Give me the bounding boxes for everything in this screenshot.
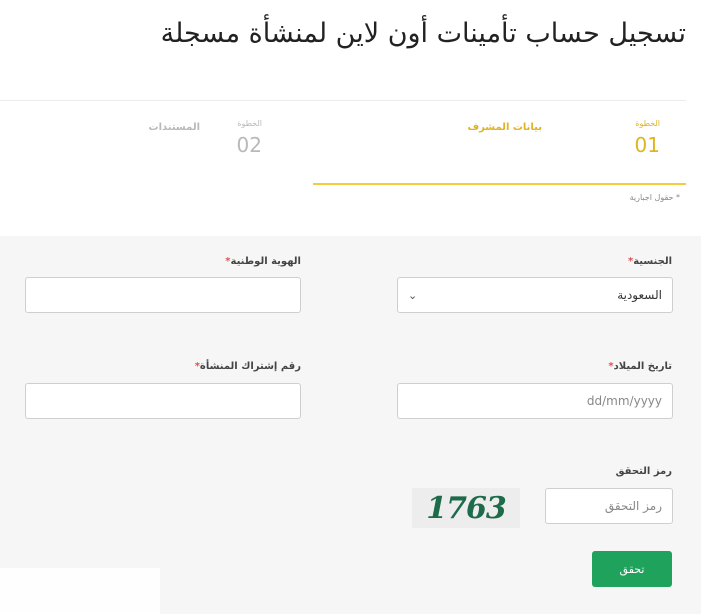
stepper: الخطوة 01 بيانات المشرف الخطوة 02 المستن… bbox=[0, 100, 686, 185]
captcha-image: 1763 bbox=[412, 488, 520, 528]
active-step-indicator bbox=[313, 183, 686, 185]
step-1-number: 01 bbox=[634, 133, 660, 157]
verify-button[interactable]: تحقق bbox=[592, 551, 672, 587]
nationality-label-text: الجنسية bbox=[633, 256, 672, 267]
captcha-label: رمز التحقق bbox=[615, 466, 672, 477]
page-title: تسجيل حساب تأمينات أون لاين لمنشأة مسجلة bbox=[160, 18, 686, 49]
national-id-input[interactable] bbox=[25, 277, 301, 313]
birth-date-label: تاريخ الميلاد* bbox=[605, 361, 672, 372]
chevron-down-icon: ⌄ bbox=[408, 288, 418, 302]
nationality-label: الجنسية* bbox=[625, 256, 672, 267]
nationality-select[interactable]: السعودية ⌄ bbox=[397, 277, 673, 313]
subscription-number-input[interactable] bbox=[25, 383, 301, 419]
step-1[interactable]: الخطوة 01 bbox=[635, 119, 660, 157]
step-2-small-label: الخطوة bbox=[237, 119, 262, 128]
subscription-number-label-text: رقم إشتراك المنشأة bbox=[199, 361, 301, 372]
national-id-label: الهوية الوطنية* bbox=[222, 256, 301, 267]
birth-date-input[interactable] bbox=[397, 383, 673, 419]
captcha-input[interactable] bbox=[545, 488, 673, 524]
step-1-small-label: الخطوة bbox=[635, 119, 660, 128]
birth-date-label-text: تاريخ الميلاد bbox=[613, 361, 672, 372]
nationality-value: السعودية bbox=[617, 288, 662, 302]
bottom-overlay bbox=[0, 568, 160, 614]
required-fields-note: * حقول اجبارية bbox=[629, 193, 680, 202]
national-id-label-text: الهوية الوطنية bbox=[230, 256, 301, 267]
step-1-title[interactable]: بيانات المشرف bbox=[467, 122, 542, 133]
step-2[interactable]: الخطوة 02 bbox=[237, 119, 262, 157]
step-2-title[interactable]: المستندات bbox=[149, 122, 200, 133]
subscription-number-label: رقم إشتراك المنشأة* bbox=[192, 361, 301, 372]
captcha-image-text: 1763 bbox=[426, 490, 506, 526]
step-2-number: 02 bbox=[236, 133, 262, 157]
